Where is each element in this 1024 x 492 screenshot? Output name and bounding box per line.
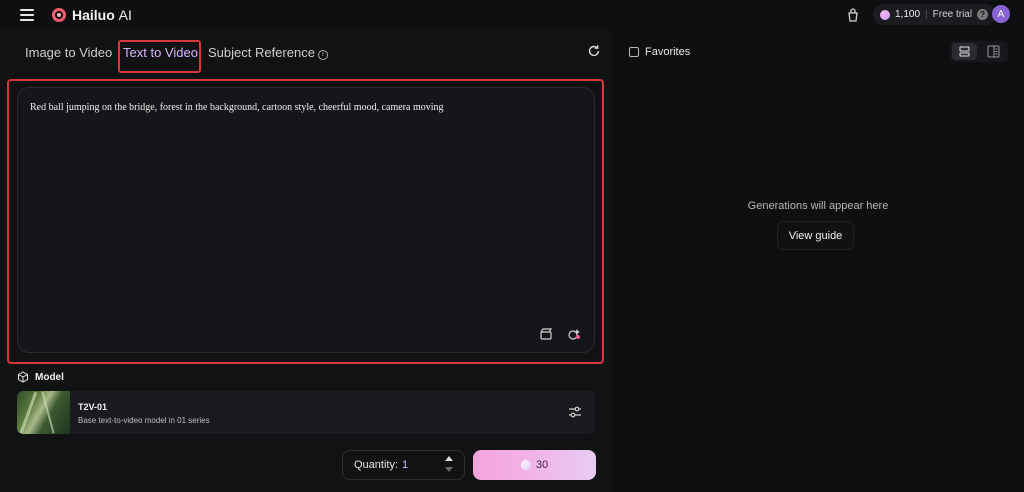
bag-icon[interactable] (845, 7, 861, 23)
decrement-icon[interactable] (445, 467, 453, 472)
credits-count: 1,100 (895, 9, 921, 20)
model-selector[interactable]: T2V-01 Base text-to-video model in 01 se… (17, 391, 595, 434)
credits-separator: | (925, 9, 928, 20)
refresh-icon[interactable] (587, 44, 601, 58)
tab-subject-reference[interactable]: Subject Reference i (208, 45, 328, 60)
tab-image-to-video[interactable]: Image to Video (25, 45, 112, 60)
generate-cost: 30 (535, 459, 549, 471)
view-guide-button[interactable]: View guide (777, 221, 854, 250)
empty-state-message: Generations will appear here (747, 200, 889, 212)
avatar[interactable]: A (992, 5, 1010, 23)
info-icon[interactable]: i (317, 50, 328, 60)
gem-icon (880, 9, 890, 20)
top-bar: Hailuo AI 1,100 | Free trial ? A (0, 0, 1024, 30)
quantity-label: Quantity: (354, 459, 399, 471)
magic-enhance-icon[interactable] (567, 327, 581, 341)
quantity-stepper[interactable]: Quantity: 1 (342, 450, 465, 480)
active-tab-highlight (118, 40, 201, 73)
model-thumbnail (17, 391, 70, 434)
free-trial-label: Free trial (932, 9, 973, 20)
cube-icon (18, 371, 28, 383)
clapperboard-icon[interactable] (539, 327, 553, 341)
generate-button[interactable]: 30 (473, 450, 596, 480)
gem-icon (520, 460, 531, 470)
brand-logo[interactable]: Hailuo AI (52, 7, 132, 23)
sliders-icon[interactable] (568, 405, 582, 419)
side-panel-icon (987, 45, 1000, 58)
model-label-text: Model (35, 371, 64, 383)
tab-subject-reference-label: Subject Reference (208, 45, 315, 60)
brand-name: Hailuo AI (72, 7, 132, 23)
hamburger-menu-icon[interactable] (20, 9, 34, 21)
help-icon[interactable]: ? (977, 9, 989, 20)
results-panel: Favorites Generations will appear here V… (612, 30, 1024, 492)
side-view-button[interactable] (981, 43, 1006, 60)
list-view-icon (959, 46, 970, 57)
model-section-label: Model (17, 371, 64, 383)
stepper-arrows (445, 456, 453, 476)
model-name: T2V-01 (78, 402, 108, 412)
quantity-value[interactable]: 1 (402, 459, 408, 471)
favorites-checkbox[interactable] (629, 47, 639, 57)
favorites-label: Favorites (645, 46, 691, 58)
creation-panel: Image to Video Text to Video Subject Ref… (0, 30, 612, 492)
hailuo-logo-icon (52, 8, 66, 22)
favorites-filter[interactable]: Favorites (629, 46, 690, 58)
list-view-button[interactable] (952, 43, 977, 60)
model-description: Base text-to-video model in 01 series (78, 416, 210, 425)
prompt-box: Red ball jumping on the bridge, forest i… (17, 87, 595, 353)
view-toggle (950, 41, 1008, 62)
prompt-input[interactable]: Red ball jumping on the bridge, forest i… (30, 102, 582, 302)
credits-pill[interactable]: 1,100 | Free trial ? (873, 4, 997, 25)
increment-icon[interactable] (445, 456, 453, 461)
